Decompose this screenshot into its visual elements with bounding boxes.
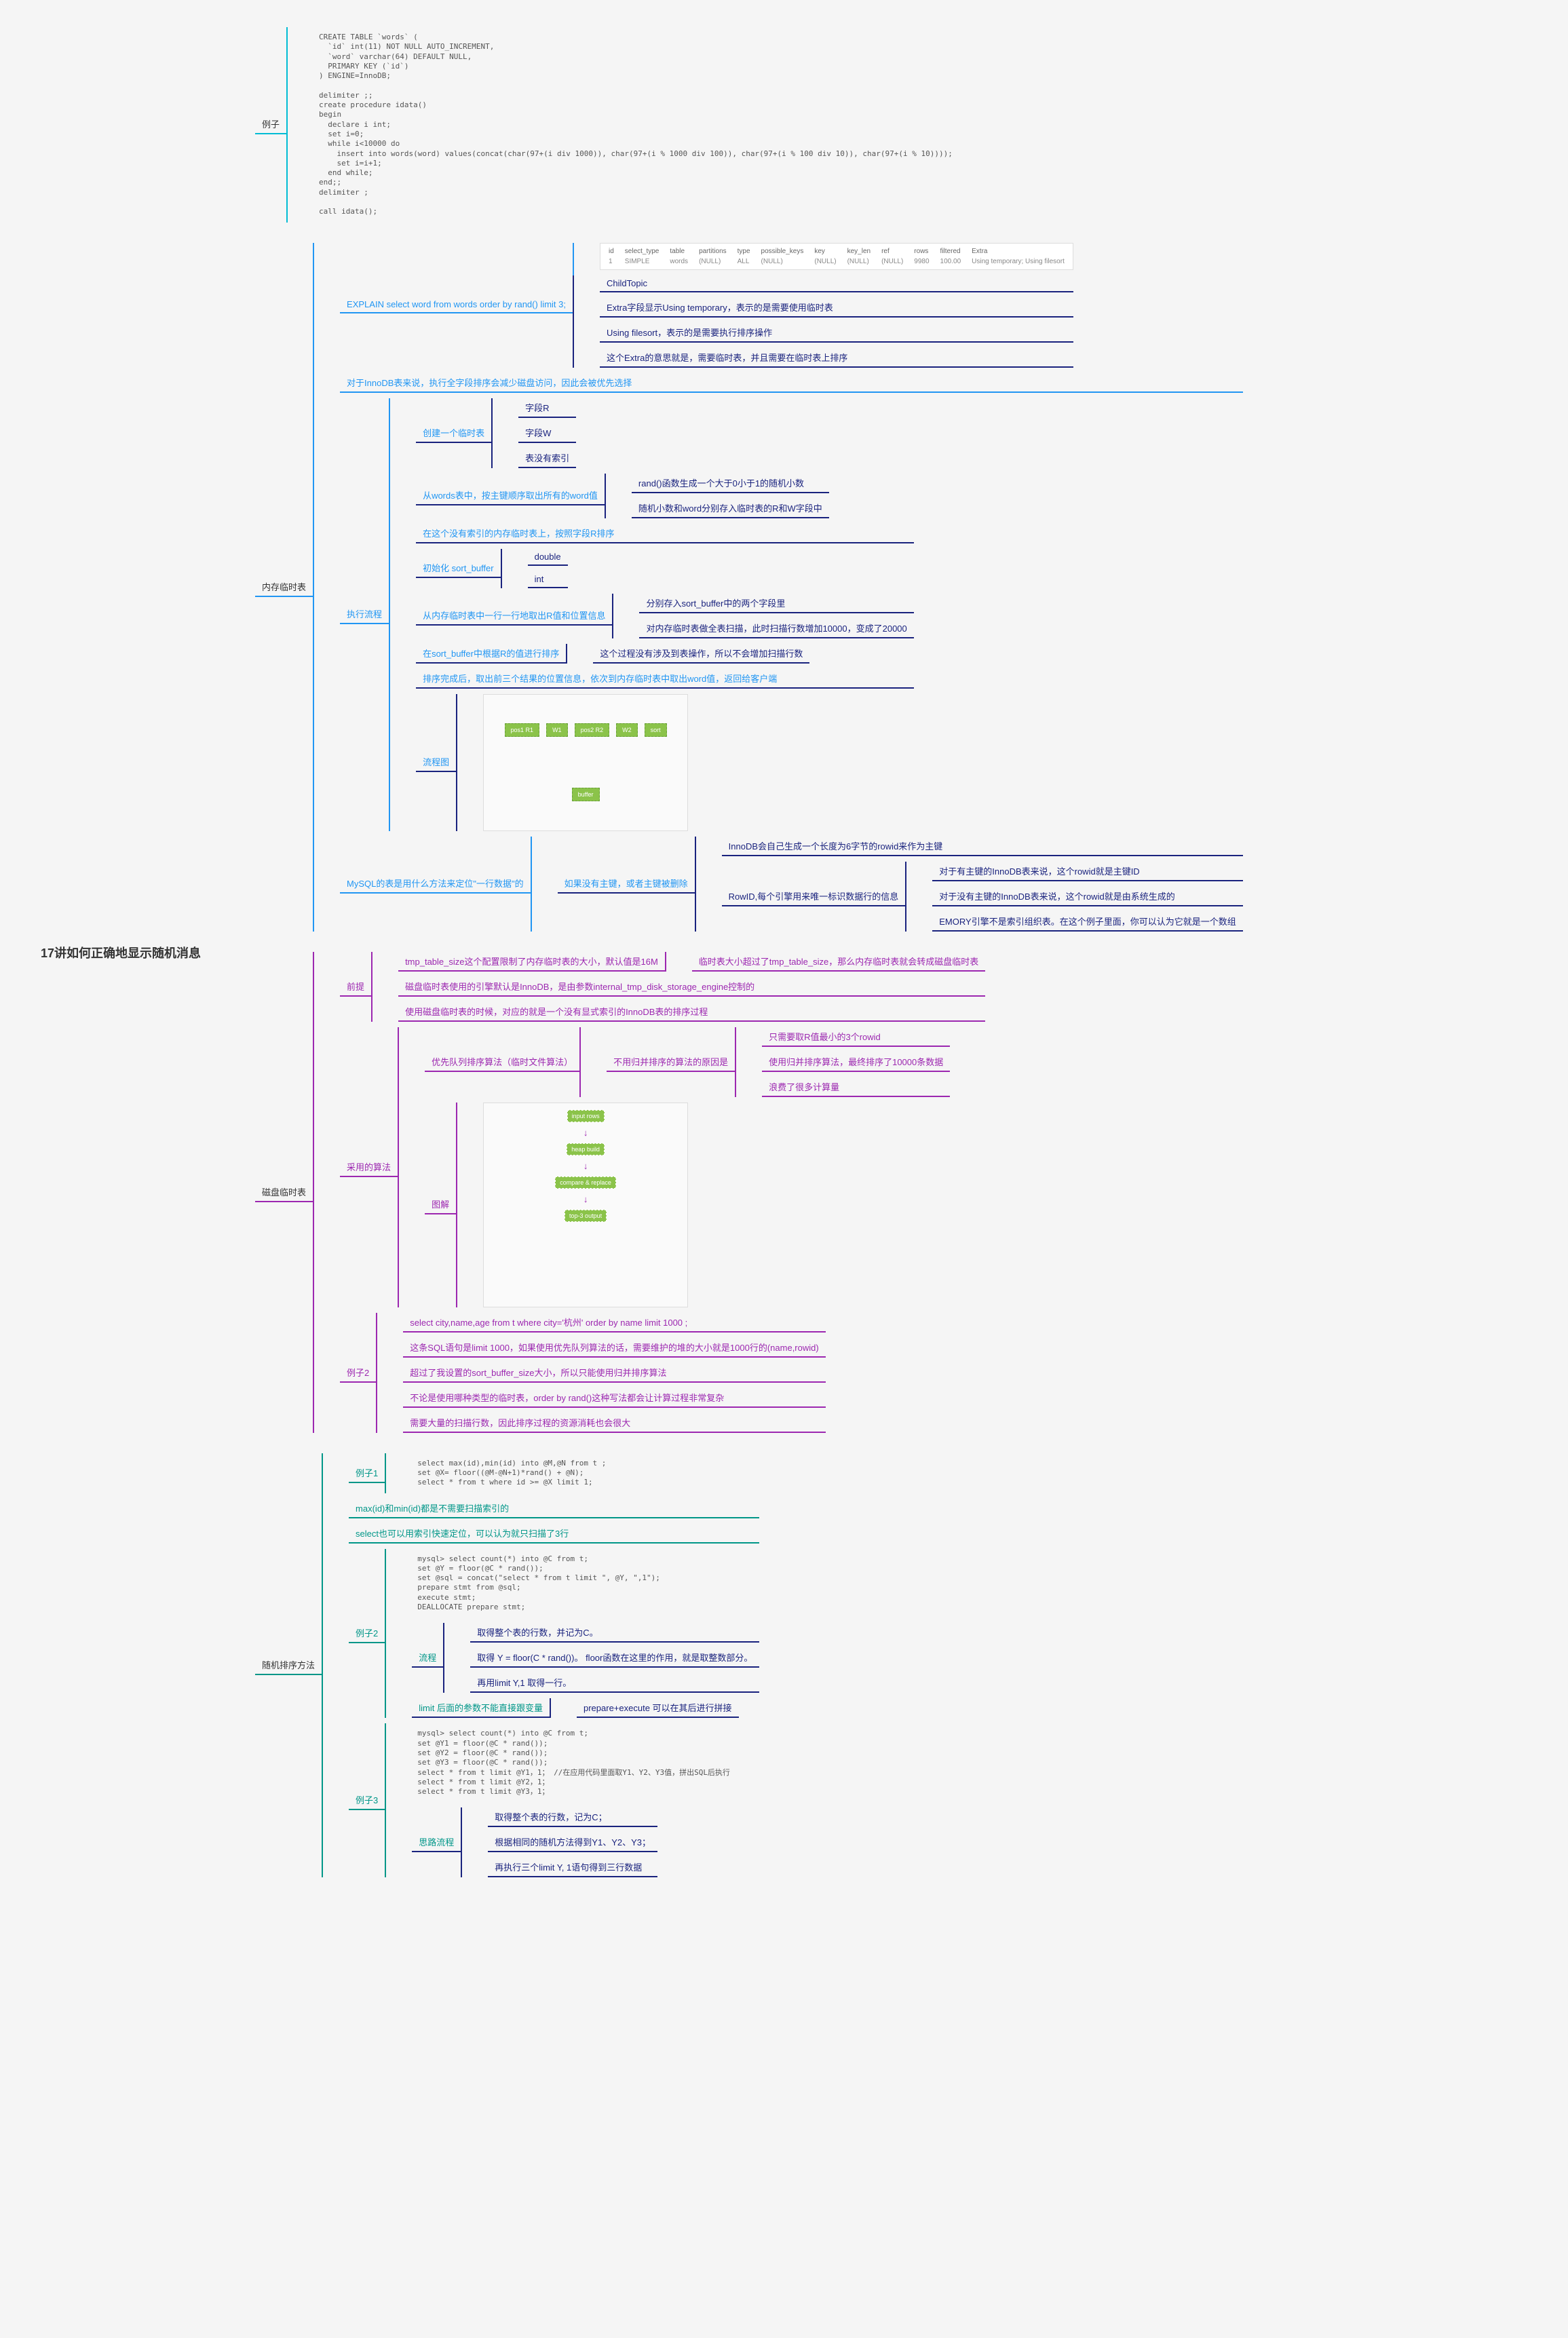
flow-initbuf: 初始化 sort_buffer xyxy=(416,558,501,578)
pre-p3: 使用磁盘临时表的时候，对应的就是一个没有显式索引的InnoDB表的排序过程 xyxy=(398,1002,985,1022)
rowid-r2: 对于没有主键的InnoDB表来说，这个rowid就是由系统生成的 xyxy=(932,887,1242,906)
flow-create: 创建一个临时表 xyxy=(416,423,491,443)
random-title[interactable]: 随机排序方法 xyxy=(255,1655,322,1675)
mem-title[interactable]: 内存临时表 xyxy=(255,577,313,597)
flow-create-c3: 表没有索引 xyxy=(518,448,576,468)
mindmap-root: 17讲如何正确地显示随机消息 例子 CREATE TABLE `words` (… xyxy=(27,27,1541,1877)
rand-note2: select也可以用索引快速定位，可以认为就只扫描了3行 xyxy=(349,1524,759,1544)
ex2-n3: 不论是使用哪种类型的临时表，order by rand()这种写法都会让计算过程… xyxy=(403,1388,825,1408)
flow-sortbuf: 在sort_buffer中根据R的值进行排序 xyxy=(416,644,566,664)
flow-create-c2: 字段W xyxy=(518,423,576,443)
ex2-sql: select city,name,age from t where city='… xyxy=(403,1313,825,1333)
example-code: CREATE TABLE `words` ( `id` int(11) NOT … xyxy=(313,27,958,223)
explain-note3: 这个Extra的意思就是，需要临时表，并且需要在临时表上排序 xyxy=(600,348,1073,368)
ib-c2: int xyxy=(528,571,568,588)
sb-note: 这个过程没有涉及到表操作，所以不会增加扫描行数 xyxy=(593,644,809,664)
disk-title[interactable]: 磁盘临时表 xyxy=(255,1183,313,1202)
explain-note1: Extra字段显示Using temporary，表示的是需要使用临时表 xyxy=(600,298,1073,318)
ex3-f3: 再执行三个limit Y, 1语句得到三行数据 xyxy=(488,1858,657,1877)
flow-create-c1: 字段R xyxy=(518,398,576,418)
flow-diagram-label: 流程图 xyxy=(416,752,456,772)
ib-c1: double xyxy=(528,549,568,566)
algo-reason: 不用归并排序的算法的原因是 xyxy=(607,1052,735,1072)
rand-ex3: 例子3 xyxy=(349,1790,385,1810)
rand-ex2: 例子2 xyxy=(349,1624,385,1643)
ex2-f1: 取得整个表的行数，并记为C。 xyxy=(470,1623,759,1643)
algo-r2: 使用归并排序算法，最终排序了10000条数据 xyxy=(762,1052,950,1072)
pre-p1n: 临时表大小超过了tmp_table_size，那么内存临时表就会转成磁盘临时表 xyxy=(692,952,985,972)
ex3-f2: 根据相同的随机方法得到Y1、Y2、Y3； xyxy=(488,1833,657,1852)
rand-ex1-code: select max(id),min(id) into @M,@N from t… xyxy=(412,1453,611,1493)
branch-memory: 内存临时表 EXPLAIN select word from words ord… xyxy=(214,243,1243,932)
rowid-auto: InnoDB会自己生成一个长度为6字节的rowid来作为主键 xyxy=(722,837,1243,856)
ex3-f1: 取得整个表的行数，记为C； xyxy=(488,1807,657,1827)
example-title[interactable]: 例子 xyxy=(255,115,286,134)
algo-pri: 优先队列排序算法（临时文件算法） xyxy=(425,1052,579,1072)
branch-example: 例子 CREATE TABLE `words` ( `id` int(11) N… xyxy=(214,27,1243,223)
flow-title[interactable]: 执行流程 xyxy=(340,605,389,624)
ex2-limit: limit 后面的参数不能直接跟变量 xyxy=(412,1698,550,1718)
rowid-q: MySQL的表是用什么方法来定位"一行数据"的 xyxy=(340,874,531,894)
rowid-def: RowID,每个引擎用来唯一标识数据行的信息 xyxy=(722,887,906,906)
fw-c2: 随机小数和word分别存入临时表的R和W字段中 xyxy=(632,499,829,518)
algo-r3: 浪费了很多计算量 xyxy=(762,1077,950,1097)
innodb-note: 对于InnoDB表来说，执行全字段排序会减少磁盘访问，因此会被优先选择 xyxy=(340,373,1243,393)
pre-p1: tmp_table_size这个配置限制了内存临时表的大小，默认值是16M xyxy=(398,952,665,972)
ex2-n1: 这条SQL语句是limit 1000，如果使用优先队列算法的话，需要维护的堆的大… xyxy=(403,1338,825,1358)
flow-fromwords: 从words表中，按主键顺序取出所有的word值 xyxy=(416,486,605,505)
rand-ex1: 例子1 xyxy=(349,1463,385,1483)
ex2-n4: 需要大量的扫描行数，因此排序过程的资源消耗也会很大 xyxy=(403,1413,825,1433)
rowid-r1: 对于有主键的InnoDB表来说，这个rowid就是主键ID xyxy=(932,862,1242,881)
algo-diagram: input rows ↓ heap build ↓ compare & repl… xyxy=(483,1103,688,1307)
root-node: 17讲如何正确地显示随机消息 xyxy=(27,937,214,968)
branch-random: 随机排序方法 例子1 select max(id),min(id) into @… xyxy=(214,1453,1243,1878)
ex2-f3: 再用limit Y,1 取得一行。 xyxy=(470,1673,759,1693)
ex2-n2: 超过了我设置的sort_buffer_size大小，所以只能使用归并排序算法 xyxy=(403,1363,825,1383)
ex2-f2: 取得 Y = floor(C * rand())。 floor函数在这里的作用，… xyxy=(470,1648,759,1668)
fw-c1: rand()函数生成一个大于0小于1的随机小数 xyxy=(632,474,829,493)
rand-note1: max(id)和min(id)都是不需要扫描索引的 xyxy=(349,1499,759,1518)
ex2-limit-sol: prepare+execute 可以在其后进行拼接 xyxy=(577,1698,739,1718)
ex2-flow: 流程 xyxy=(412,1648,443,1668)
rand-ex2-code: mysql> select count(*) into @C from t; s… xyxy=(412,1549,759,1618)
explain-note2: Using filesort，表示的是需要执行排序操作 xyxy=(600,323,1073,343)
explain-note0: ChildTopic xyxy=(600,275,1073,292)
pre-p2: 磁盘临时表使用的引擎默认是InnoDB，是由参数internal_tmp_dis… xyxy=(398,977,985,997)
ex-c1: 分别存入sort_buffer中的两个字段里 xyxy=(639,594,913,613)
flow-extract: 从内存临时表中一行一行地取出R值和位置信息 xyxy=(416,606,612,626)
disk-pre: 前提 xyxy=(340,977,371,997)
flow-sorton: 在这个没有索引的内存临时表上，按照字段R排序 xyxy=(416,524,914,543)
rowid-a: 如果没有主键，或者主键被删除 xyxy=(558,874,695,894)
ex3-flow: 思路流程 xyxy=(412,1833,461,1852)
rowid-r3: EMORY引擎不是索引组织表。在这个例子里面，你可以认为它就是一个数组 xyxy=(932,912,1242,932)
flow-diagram: pos1 R1W1 pos2 R2W2 sortbuffer xyxy=(483,694,688,831)
rand-ex3-code: mysql> select count(*) into @C from t; s… xyxy=(412,1723,735,1802)
algo-r1: 只需要取R值最小的3个rowid xyxy=(762,1027,950,1047)
explain-table: idselect_typetablepartitionstypepossible… xyxy=(600,243,1073,270)
branch-disk: 磁盘临时表 前提 tmp_table_size这个配置限制了内存临时表的大小，默… xyxy=(214,952,1243,1433)
flow-done: 排序完成后，取出前三个结果的位置信息，依次到内存临时表中取出word值，返回给客… xyxy=(416,669,914,689)
algo-diagram-label: 图解 xyxy=(425,1195,456,1214)
disk-algo: 采用的算法 xyxy=(340,1157,398,1177)
explain-sql: EXPLAIN select word from words order by … xyxy=(340,296,573,313)
disk-ex2: 例子2 xyxy=(340,1363,376,1383)
ex-c2: 对内存临时表做全表扫描，此时扫描行数增加10000，变成了20000 xyxy=(639,619,913,638)
